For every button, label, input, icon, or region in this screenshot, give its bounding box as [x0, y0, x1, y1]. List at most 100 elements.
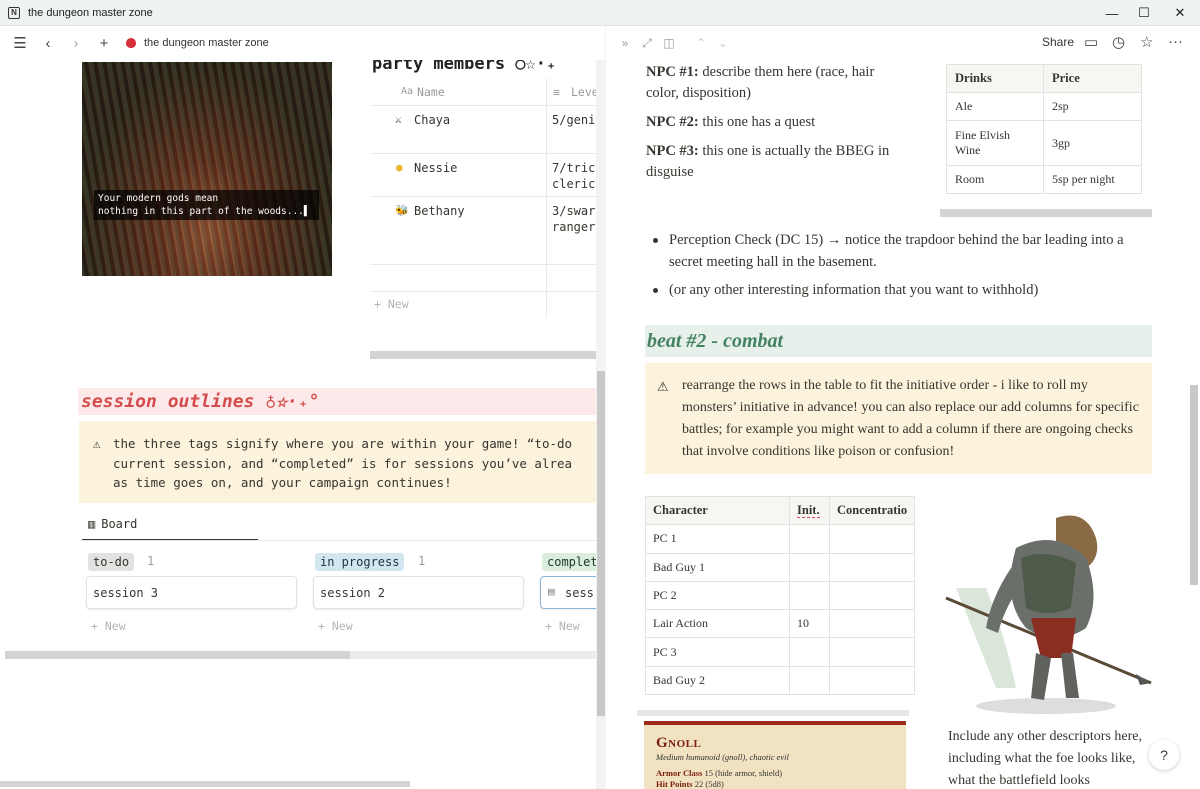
- gnoll-statblock: Gnoll Medium humanoid (gnoll), chaotic e…: [644, 721, 906, 789]
- stat-value: 15 (hide armor, shield): [704, 768, 783, 778]
- table-row[interactable]: 🐝 Bethany 3/swar ranger: [370, 197, 605, 265]
- board-card[interactable]: session 2: [313, 576, 524, 609]
- npc-line: NPC #2: this one has a quest: [646, 112, 896, 133]
- new-card-button[interactable]: + New: [91, 619, 126, 633]
- left-pane: ☰ ‹ › + the dungeon master zone Your mod…: [0, 26, 605, 789]
- table-cell[interactable]: 2sp: [1043, 92, 1142, 121]
- list-item: Perception Check (DC 15) → notice the tr…: [653, 229, 1153, 273]
- column-header[interactable]: Concentratio: [828, 495, 916, 526]
- text-type-icon: Aa: [401, 86, 414, 97]
- pane-divider[interactable]: [596, 26, 606, 789]
- board-icon: ▥: [88, 517, 96, 531]
- table-cell[interactable]: [828, 665, 916, 696]
- table-cell[interactable]: [789, 580, 830, 611]
- new-card-button[interactable]: + New: [545, 619, 580, 633]
- breadcrumb[interactable]: the dungeon master zone: [144, 37, 269, 49]
- table-cell[interactable]: Fine Elvish Wine: [946, 120, 1044, 166]
- new-row-button[interactable]: + New: [374, 297, 409, 311]
- table-cell[interactable]: [789, 637, 830, 667]
- group-tag-completed[interactable]: complet: [542, 553, 603, 571]
- table-cell[interactable]: [828, 609, 916, 639]
- table-row-empty[interactable]: [370, 265, 605, 292]
- group-tag-in-progress[interactable]: in progress: [315, 553, 405, 571]
- column-header[interactable]: Character: [645, 495, 790, 526]
- board-scroll-track: [350, 651, 605, 659]
- close-peek-icon[interactable]: »: [614, 36, 636, 50]
- table-cell[interactable]: [789, 665, 830, 696]
- history-icon[interactable]: ◷: [1112, 33, 1125, 51]
- table-horizontal-scrollbar[interactable]: [637, 710, 909, 716]
- board-horizontal-scrollbar[interactable]: [5, 651, 350, 659]
- member-name[interactable]: Nessie: [414, 161, 457, 175]
- table-row: Lair Action 10: [645, 609, 916, 639]
- table-horizontal-scrollbar[interactable]: [940, 209, 1152, 217]
- right-vertical-scrollbar[interactable]: [1190, 385, 1198, 585]
- table-cell[interactable]: [828, 552, 916, 582]
- npc-line: NPC #3: this one is actually the BBEG in…: [646, 141, 896, 183]
- maximize-button[interactable]: ☐: [1124, 0, 1164, 26]
- new-card-button[interactable]: + New: [318, 619, 353, 633]
- table-cell[interactable]: Ale: [946, 92, 1044, 121]
- horizontal-scrollbar[interactable]: [370, 351, 605, 359]
- table-cell[interactable]: PC 1: [645, 524, 790, 554]
- column-header[interactable]: Price: [1043, 64, 1142, 93]
- comment-icon[interactable]: ▭: [1084, 33, 1098, 51]
- table-cell[interactable]: [828, 637, 916, 667]
- table-row[interactable]: ● Nessie 7/tric cleric: [370, 154, 605, 197]
- table-cell[interactable]: PC 2: [645, 580, 790, 611]
- left-topbar: ☰ ‹ › + the dungeon master zone: [0, 26, 605, 60]
- member-level-line: ranger: [552, 220, 596, 234]
- chevron-down-icon[interactable]: ⌄: [712, 36, 734, 50]
- statblock-armor-class: Armor Class 15 (hide armor, shield): [656, 768, 906, 778]
- member-name[interactable]: Chaya: [414, 113, 450, 127]
- column-level-header[interactable]: Leve: [571, 85, 599, 99]
- member-name[interactable]: Bethany: [414, 204, 465, 218]
- share-button[interactable]: Share: [1042, 35, 1074, 49]
- combat-callout: ⚠ rearrange the rows in the table to fit…: [645, 363, 1152, 474]
- forward-arrow-icon[interactable]: ›: [68, 35, 84, 52]
- table-cell[interactable]: [828, 580, 916, 611]
- expand-icon[interactable]: ⤢: [636, 36, 658, 51]
- table-header-row: Drinks Price: [946, 64, 1142, 93]
- back-arrow-icon[interactable]: ‹: [40, 35, 56, 52]
- table-cell[interactable]: [828, 524, 916, 554]
- npc-label: NPC #2:: [646, 114, 699, 130]
- table-cell[interactable]: [789, 524, 830, 554]
- column-header[interactable]: Drinks: [946, 64, 1044, 93]
- table-cell[interactable]: 10: [789, 609, 830, 639]
- table-cell[interactable]: Room: [946, 165, 1044, 194]
- page-icon: ▤: [548, 585, 555, 598]
- tab-board[interactable]: ▥ Board: [88, 517, 137, 531]
- table-cell[interactable]: PC 3: [645, 637, 790, 667]
- table-cell[interactable]: [789, 552, 830, 582]
- page-horizontal-scrollbar[interactable]: [0, 781, 410, 787]
- table-row: Bad Guy 2: [645, 665, 916, 696]
- table-cell[interactable]: Lair Action: [645, 609, 790, 639]
- table-cell[interactable]: Bad Guy 2: [645, 665, 790, 696]
- right-leg: [1061, 653, 1079, 698]
- left-vertical-scrollbar[interactable]: [597, 371, 605, 716]
- column-name-header[interactable]: Name: [417, 85, 445, 99]
- more-options-icon[interactable]: ···: [1168, 33, 1183, 50]
- member-level: 5/geni: [552, 112, 595, 128]
- new-page-plus-icon[interactable]: +: [96, 35, 112, 52]
- help-button[interactable]: ?: [1149, 740, 1179, 770]
- npc-text: this one has a quest: [698, 114, 816, 130]
- loincloth: [1031, 618, 1076, 658]
- table-cell[interactable]: Bad Guy 1: [645, 552, 790, 582]
- side-peek-icon[interactable]: ◫: [658, 36, 680, 50]
- close-button[interactable]: ✕: [1160, 0, 1200, 26]
- table-cell[interactable]: 3gp: [1043, 120, 1142, 166]
- cover-caption: Your modern gods mean nothing in this pa…: [94, 190, 319, 220]
- column-header[interactable]: Init.: [789, 495, 830, 526]
- chevron-up-icon[interactable]: ⌃: [690, 36, 712, 50]
- spear-tip: [1136, 674, 1151, 685]
- warning-icon: ⚠: [93, 436, 101, 451]
- table-cell[interactable]: 5sp per night: [1043, 165, 1142, 194]
- group-tag-todo[interactable]: to-do: [88, 553, 135, 571]
- board-card[interactable]: session 3: [86, 576, 297, 609]
- star-icon[interactable]: ☆: [1140, 33, 1153, 51]
- table-row[interactable]: ⚔ Chaya 5/geni: [370, 106, 605, 154]
- group-count: 1: [147, 554, 155, 568]
- menu-icon[interactable]: ☰: [12, 34, 28, 52]
